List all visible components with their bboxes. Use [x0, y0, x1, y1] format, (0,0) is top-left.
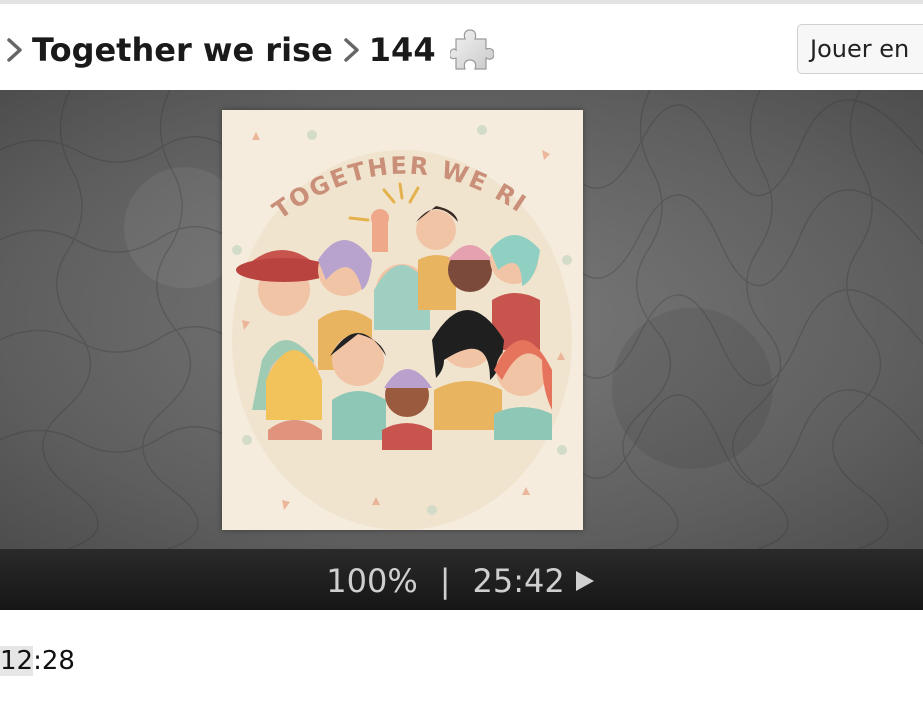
- puzzle-piece-icon: [449, 29, 494, 70]
- footer-timer: 12:28: [0, 644, 75, 678]
- chevron-right-icon: [7, 38, 22, 62]
- puzzle-image[interactable]: TOGETHER WE RISE.: [222, 110, 583, 530]
- timer-highlighted-part: 12: [0, 646, 34, 676]
- puzzle-stage[interactable]: TOGETHER WE RISE.: [0, 90, 923, 549]
- play-online-button[interactable]: Jouer en: [797, 24, 923, 74]
- puzzle-illustration: TOGETHER WE RISE.: [222, 110, 583, 530]
- chevron-right-icon: [344, 38, 359, 62]
- status-bar: 100% | 25:42: [0, 549, 923, 610]
- header-bar: Together we rise 144 Jouer en: [0, 4, 923, 90]
- timer-rest: :28: [33, 646, 75, 676]
- breadcrumb-item-piece-count[interactable]: 144: [369, 31, 436, 69]
- progress-percentage: 100%: [326, 562, 418, 600]
- elapsed-time: 25:42: [472, 562, 565, 600]
- breadcrumb-item-title[interactable]: Together we rise: [32, 31, 333, 69]
- breadcrumb: Together we rise 144: [4, 28, 494, 72]
- status-separator: |: [439, 562, 451, 600]
- play-icon[interactable]: [573, 568, 597, 594]
